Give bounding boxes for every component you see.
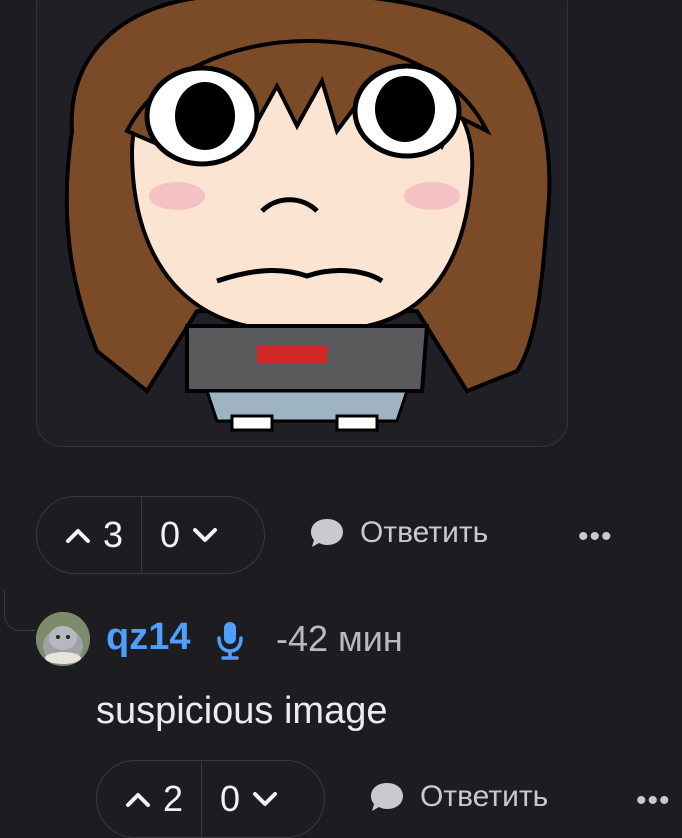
comment-vote-control: 2 0 — [96, 760, 325, 838]
chevron-up-icon — [66, 529, 90, 543]
post-more-button[interactable]: ••• — [578, 520, 613, 554]
chevron-down-icon — [193, 528, 218, 542]
chibi-character-illustration — [64, 0, 552, 432]
post-reply-button[interactable]: Ответить — [308, 516, 488, 550]
speech-bubble-icon — [311, 519, 343, 547]
post-upvote-button[interactable]: 3 — [37, 497, 123, 573]
post-downvote-button[interactable]: 0 — [160, 497, 244, 573]
post-downvote-count: 0 — [160, 514, 181, 555]
post-image[interactable] — [36, 0, 568, 447]
comment-downvote-count: 0 — [220, 778, 241, 819]
comment-username[interactable]: qz14 — [106, 616, 190, 659]
vote-divider — [201, 761, 203, 837]
chevron-up-icon — [126, 793, 150, 807]
microphone-icon — [214, 620, 246, 667]
vote-divider — [141, 497, 143, 573]
post-vote-control: 3 0 — [36, 496, 265, 574]
thread-connector — [4, 590, 35, 631]
cat-avatar-image — [36, 612, 90, 666]
comment-reply-label: Ответить — [420, 780, 549, 813]
post-reply-label: Ответить — [360, 516, 489, 549]
post-upvote-count: 3 — [103, 514, 124, 555]
comment-timestamp: -42 мин — [276, 618, 403, 659]
comment-text: suspicious image — [96, 690, 388, 732]
comment-more-button[interactable]: ••• — [636, 784, 671, 818]
comment-downvote-button[interactable]: 0 — [220, 761, 304, 837]
avatar[interactable] — [36, 612, 90, 666]
speech-bubble-icon — [371, 783, 403, 811]
chevron-down-icon — [253, 792, 278, 806]
comment-upvote-button[interactable]: 2 — [97, 761, 183, 837]
comment-upvote-count: 2 — [163, 778, 184, 819]
comment-reply-button[interactable]: Ответить — [368, 780, 548, 814]
